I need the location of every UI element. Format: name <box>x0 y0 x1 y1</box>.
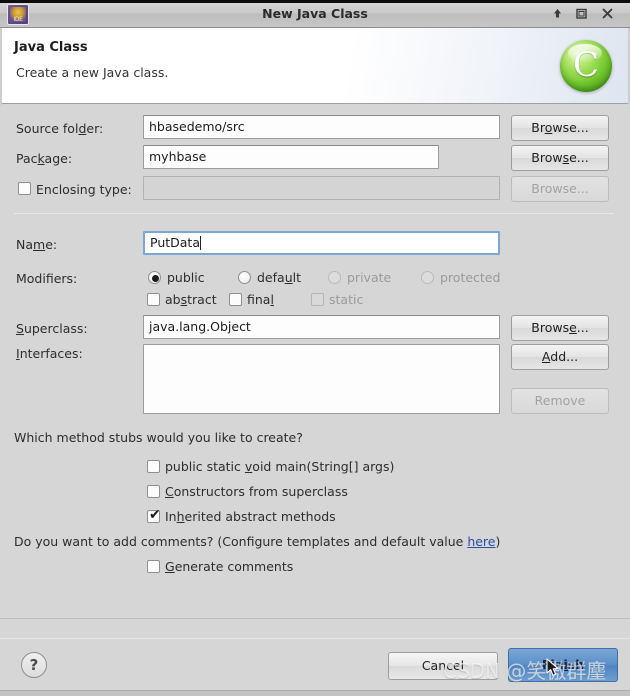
interfaces-list[interactable] <box>143 344 500 414</box>
stub-label-constructors: Constructors from superclass <box>165 484 348 499</box>
stub-checkbox-constructors[interactable] <box>147 485 160 498</box>
superclass-input[interactable]: java.lang.Object <box>143 315 500 339</box>
window-titlebar: IDE New Java Class <box>0 0 630 28</box>
package-browse-button[interactable]: Browse... <box>511 145 609 171</box>
generate-comments-label: Generate comments <box>165 559 294 574</box>
modifier-radio-default[interactable] <box>238 271 251 284</box>
modifier-label-default: default <box>257 270 301 285</box>
dialog-bottom-edge <box>0 690 630 696</box>
interfaces-add-button[interactable]: Add... <box>511 344 609 370</box>
modifier-radio-private <box>328 271 341 284</box>
radio-dot <box>152 275 159 282</box>
footer-separator <box>0 638 630 639</box>
modifiers-label: Modifiers: <box>16 271 78 286</box>
arrow-up-icon <box>553 9 561 18</box>
window-title: New Java Class <box>262 6 368 21</box>
modifier-label-abstract: abstract <box>165 292 217 307</box>
source-folder-label: Source folder: <box>16 121 104 136</box>
stub-checkbox-inherited-abstract[interactable]: ✔ <box>147 507 161 523</box>
finish-button[interactable]: Finish <box>508 648 618 682</box>
cancel-button[interactable]: Cancel <box>388 652 498 680</box>
modifier-label-private: private <box>347 270 392 285</box>
checkmark-icon: ✔ <box>149 507 161 523</box>
banner-title: Java Class <box>14 40 88 55</box>
dialog-body: Source folder: hbasedemo/src Browse... P… <box>0 105 630 618</box>
help-button[interactable]: ? <box>21 652 47 678</box>
package-input[interactable]: myhbase <box>143 145 439 169</box>
generate-comments-checkbox[interactable] <box>147 560 160 573</box>
modifier-label-static: static <box>329 292 364 307</box>
superclass-label: Superclass: <box>16 321 88 336</box>
stub-checkbox-main-method[interactable] <box>147 460 160 473</box>
modifier-radio-public[interactable] <box>148 271 161 284</box>
package-label: Package: <box>16 151 73 166</box>
modifier-radio-protected <box>421 271 434 284</box>
interfaces-label: Interfaces: <box>16 346 83 361</box>
enclosing-type-label: Enclosing type: <box>36 182 132 197</box>
stub-label-main-method: public static void main(String[] args) <box>165 459 395 474</box>
source-folder-input[interactable]: hbasedemo/src <box>143 115 500 139</box>
close-icon <box>602 8 612 19</box>
maximize-icon <box>575 8 587 19</box>
interfaces-remove-button: Remove <box>511 388 609 414</box>
new-java-class-dialog: IDE New Java Class Java Class Create a n… <box>0 0 630 696</box>
new-java-class-icon: C <box>560 40 612 92</box>
superclass-browse-button[interactable]: Browse... <box>511 315 609 341</box>
enclosing-type-browse-button: Browse... <box>511 176 609 202</box>
new-java-class-icon-gloss <box>568 44 602 62</box>
class-name-input[interactable]: PutData <box>143 231 500 255</box>
text-caret <box>200 236 201 250</box>
modifier-label-public: public <box>167 270 205 285</box>
modifier-label-final: final <box>247 292 274 307</box>
modifier-label-protected: protected <box>440 270 501 285</box>
source-folder-browse-button[interactable]: Browse... <box>511 115 609 141</box>
modifier-checkbox-static <box>311 293 324 306</box>
enclosing-type-input <box>143 176 500 200</box>
section-separator <box>14 213 614 214</box>
comments-question: Do you want to add comments? (Configure … <box>14 534 501 549</box>
enclosing-type-checkbox[interactable] <box>18 182 31 195</box>
shade-window-button[interactable] <box>546 4 568 24</box>
method-stubs-question: Which method stubs would you like to cre… <box>14 430 303 445</box>
banner-description: Create a new Java class. <box>16 65 169 80</box>
modifier-checkbox-final[interactable] <box>229 293 242 306</box>
stub-label-inherited-abstract: Inherited abstract methods <box>165 509 336 524</box>
modifier-checkbox-abstract[interactable] <box>147 293 160 306</box>
close-window-button[interactable] <box>596 4 618 24</box>
dialog-banner: Java Class Create a new Java class. C <box>0 28 630 104</box>
configure-templates-link[interactable]: here <box>467 534 495 549</box>
class-name-label: Name: <box>16 237 58 252</box>
maximize-window-button[interactable] <box>570 4 592 24</box>
